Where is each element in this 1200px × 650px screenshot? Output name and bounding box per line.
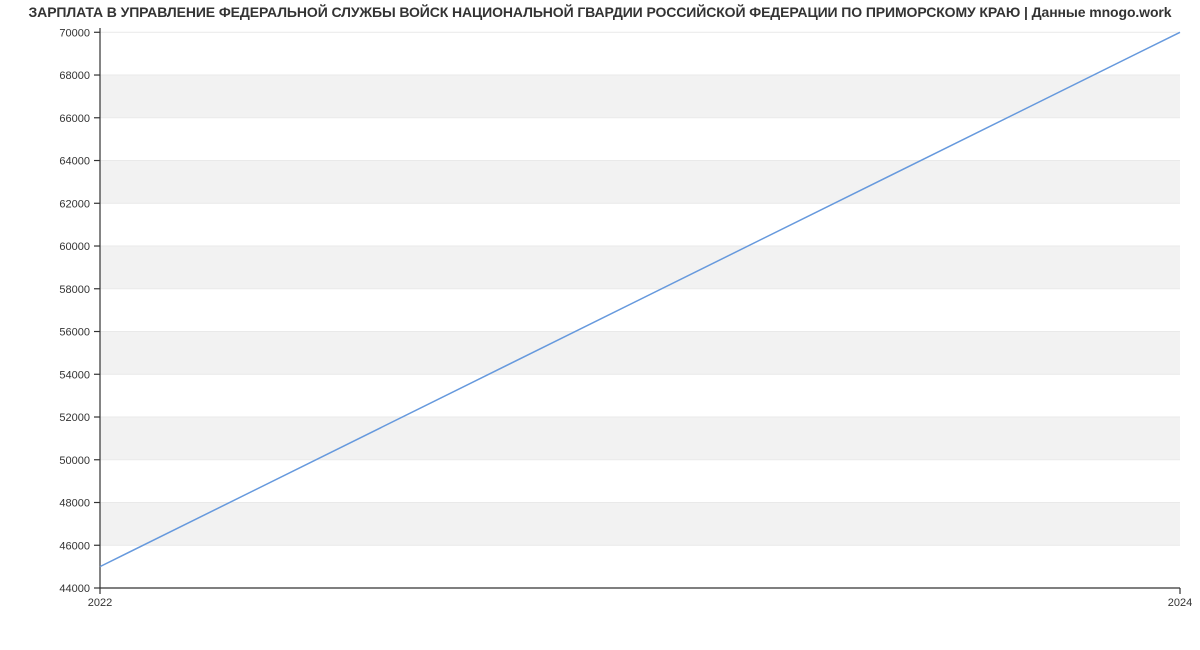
grid-band	[100, 246, 1180, 289]
y-tick-label: 48000	[59, 498, 90, 510]
x-tick-label: 2024	[1168, 597, 1192, 609]
grid-band	[100, 161, 1180, 204]
y-tick-label: 70000	[59, 27, 90, 39]
chart-plot: 4400046000480005000052000540005600058000…	[100, 28, 1180, 608]
x-tick-label: 2022	[88, 597, 112, 609]
grid-band	[100, 332, 1180, 375]
grid-band	[100, 503, 1180, 546]
y-tick-label: 44000	[59, 583, 90, 595]
chart-title: ЗАРПЛАТА В УПРАВЛЕНИЕ ФЕДЕРАЛЬНОЙ СЛУЖБЫ…	[0, 4, 1200, 20]
chart-svg: 4400046000480005000052000540005600058000…	[100, 28, 1180, 628]
y-tick-label: 56000	[59, 327, 90, 339]
y-tick-label: 52000	[59, 412, 90, 424]
grid-band	[100, 417, 1180, 460]
chart-container: ЗАРПЛАТА В УПРАВЛЕНИЕ ФЕДЕРАЛЬНОЙ СЛУЖБЫ…	[0, 0, 1200, 650]
y-tick-label: 46000	[59, 540, 90, 552]
y-tick-label: 64000	[59, 156, 90, 168]
y-tick-label: 62000	[59, 198, 90, 210]
y-tick-label: 66000	[59, 113, 90, 125]
y-tick-label: 54000	[59, 369, 90, 381]
y-tick-label: 68000	[59, 70, 90, 82]
y-tick-label: 58000	[59, 284, 90, 296]
grid-band	[100, 75, 1180, 118]
y-tick-label: 60000	[59, 241, 90, 253]
y-tick-label: 50000	[59, 455, 90, 467]
